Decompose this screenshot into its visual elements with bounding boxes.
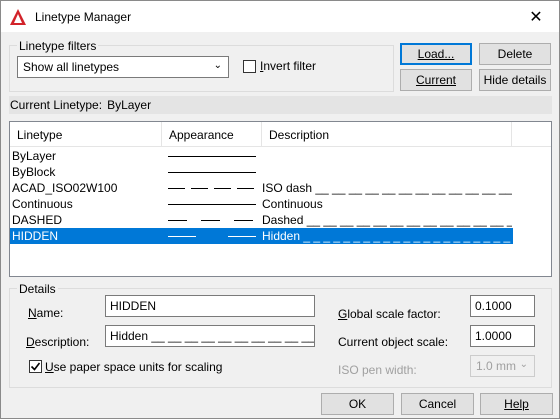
linetype-name: Continuous <box>12 197 73 211</box>
column-header-linetype[interactable]: Linetype <box>10 122 162 147</box>
cancel-button[interactable]: Cancel <box>401 393 474 415</box>
description-field[interactable]: Hidden __ __ __ __ __ __ __ __ __ __ __ … <box>105 325 315 347</box>
line-segment <box>168 156 256 157</box>
checkmark-icon <box>30 362 41 371</box>
list-item[interactable]: ByLayer <box>10 148 513 164</box>
delete-button[interactable]: Delete <box>479 43 551 65</box>
linetype-name: HIDDEN <box>12 229 59 243</box>
global-scale-label: Global scale factor: <box>338 307 441 321</box>
line-segment <box>214 188 231 189</box>
ok-button[interactable]: OK <box>321 393 394 415</box>
line-segment <box>168 220 187 221</box>
invert-filter-checkbox[interactable] <box>243 60 256 73</box>
column-header-description[interactable]: Description <box>262 122 512 147</box>
list-item[interactable]: ACAD_ISO02W100 ISO dash __ __ __ __ __ __… <box>10 180 513 196</box>
list-header: Linetype Appearance Description <box>10 122 551 147</box>
linetype-filters-label: Linetype filters <box>17 39 99 53</box>
linetype-description: ISO dash __ __ __ __ __ __ __ __ __ __ _… <box>262 181 512 195</box>
linetype-description: Continuous <box>262 197 323 211</box>
linetype-description: Hidden _ _ _ _ _ _ _ _ _ _ _ _ _ _ _ _ _… <box>262 229 512 243</box>
title-bar: Linetype Manager ✕ <box>1 1 559 32</box>
paper-space-checkbox[interactable] <box>29 360 42 373</box>
paper-space-label: Use paper space units for scaling <box>45 360 223 374</box>
autocad-app-icon <box>9 8 27 26</box>
help-button[interactable]: Help <box>480 393 553 415</box>
chevron-down-icon: ⌄ <box>213 60 222 71</box>
list-item[interactable]: Continuous Continuous <box>10 196 513 212</box>
line-segment <box>168 188 185 189</box>
current-linetype-bar: Current Linetype: ByLayer <box>9 96 552 114</box>
line-segment <box>191 188 208 189</box>
iso-pen-label: ISO pen width: <box>338 363 417 377</box>
details-label: Details <box>17 282 58 296</box>
current-linetype-label: Current Linetype: <box>10 98 103 112</box>
line-segment <box>168 236 196 237</box>
current-button[interactable]: Current <box>400 69 472 91</box>
line-segment <box>168 172 256 173</box>
current-linetype-value: ByLayer <box>107 98 152 112</box>
global-scale-field[interactable]: 0.1000 <box>470 295 535 317</box>
linetype-description: Dashed __ __ __ __ __ __ __ __ __ __ __ … <box>262 213 512 227</box>
line-segment <box>168 204 256 205</box>
list-item[interactable]: ByBlock <box>10 164 513 180</box>
chevron-down-icon: ⌄ <box>519 359 528 370</box>
linetype-name: DASHED <box>12 213 63 227</box>
appearance-preview <box>168 164 260 180</box>
iso-pen-dropdown[interactable]: 1.0 mm ⌄ <box>470 355 535 377</box>
linetype-manager-dialog: Linetype Manager ✕ Linetype filters Show… <box>0 0 560 419</box>
list-item[interactable]: DASHED Dashed __ __ __ __ __ __ __ __ __ … <box>10 212 513 228</box>
current-scale-field[interactable]: 1.0000 <box>470 325 535 347</box>
line-segment <box>234 220 253 221</box>
name-field[interactable]: HIDDEN <box>105 295 315 317</box>
appearance-preview <box>168 180 260 196</box>
linetype-name: ACAD_ISO02W100 <box>12 181 118 195</box>
close-icon[interactable]: ✕ <box>513 1 559 32</box>
linetype-filter-dropdown[interactable]: Show all linetypes ⌄ <box>17 56 229 78</box>
line-segment <box>228 236 256 237</box>
appearance-preview <box>168 148 260 164</box>
appearance-preview <box>168 228 260 244</box>
linetype-description <box>262 148 512 164</box>
load-button[interactable]: Load... <box>400 43 472 65</box>
line-segment <box>201 220 220 221</box>
invert-filter-label: Invert filter <box>260 59 317 73</box>
name-label: Name: <box>28 306 64 320</box>
appearance-preview <box>168 196 260 212</box>
hide-details-button[interactable]: Hide details <box>479 69 551 91</box>
dropdown-value: Show all linetypes <box>23 60 120 74</box>
column-header-appearance[interactable]: Appearance <box>162 122 262 147</box>
description-label: Description: <box>26 335 90 349</box>
line-segment <box>237 188 254 189</box>
linetype-name: ByLayer <box>12 149 57 163</box>
current-scale-label: Current object scale: <box>338 335 449 349</box>
appearance-preview <box>168 212 260 228</box>
linetype-description <box>262 164 512 180</box>
window-title: Linetype Manager <box>35 9 132 24</box>
linetype-list[interactable]: Linetype Appearance Description ByLayer B… <box>9 121 552 277</box>
list-item[interactable]: HIDDEN Hidden _ _ _ _ _ _ _ _ _ _ _ _ _ _… <box>10 228 513 244</box>
linetype-name: ByBlock <box>12 165 56 179</box>
